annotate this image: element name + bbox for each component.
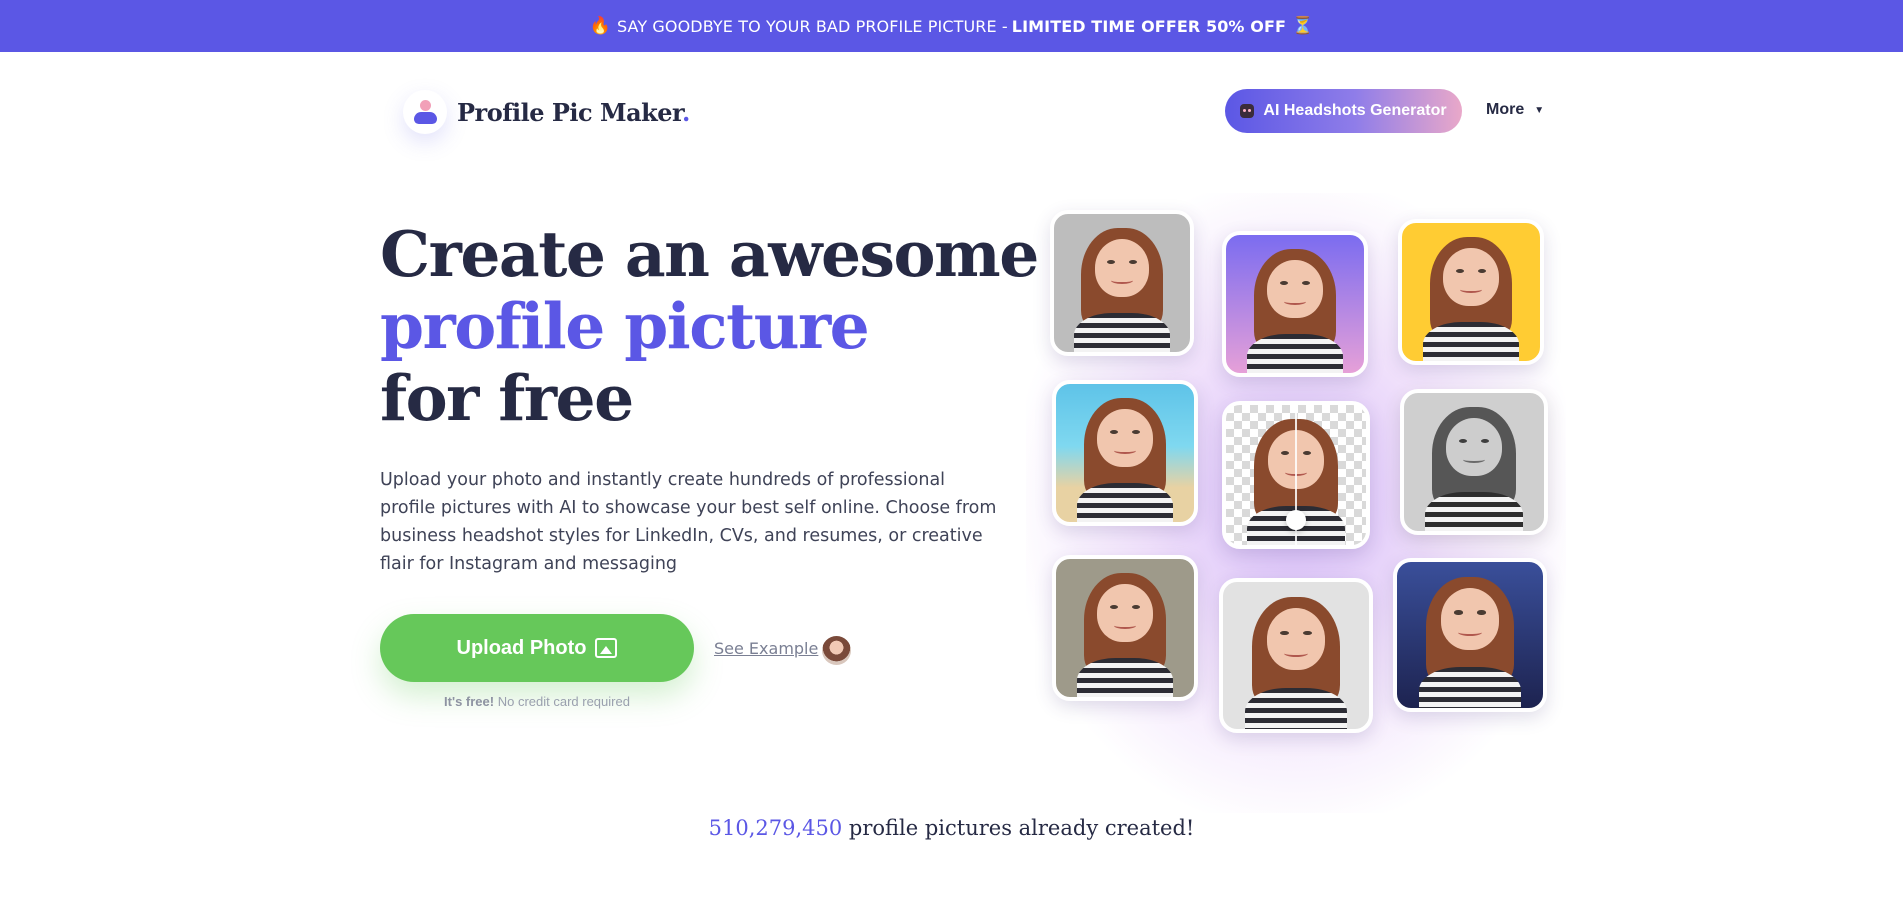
gallery-photo-transparent-compare bbox=[1222, 401, 1370, 549]
hero-title-accent: profile picture bbox=[380, 289, 870, 363]
more-label: More bbox=[1486, 101, 1525, 118]
gallery-photo-business-suit bbox=[1219, 578, 1373, 733]
upload-photo-label: Upload Photo bbox=[456, 636, 587, 659]
fire-icon: 🔥 bbox=[589, 16, 611, 36]
promo-text: SAY GOODBYE TO YOUR BAD PROFILE PICTURE … bbox=[617, 16, 1008, 36]
image-icon bbox=[595, 638, 618, 658]
promo-offer: LIMITED TIME OFFER 50% OFF bbox=[1011, 16, 1286, 36]
gallery-photo-gray bbox=[1050, 210, 1194, 356]
hero-title-line3: for free bbox=[380, 361, 634, 435]
hero-title-line1: Create an awesome bbox=[380, 217, 1039, 291]
created-count: 510,279,450 bbox=[708, 816, 843, 840]
hourglass-icon: ⏳ bbox=[1292, 16, 1314, 36]
gallery-photo-purple-pink bbox=[1222, 231, 1368, 377]
robot-icon bbox=[1240, 104, 1255, 118]
ai-headshots-label: AI Headshots Generator bbox=[1263, 102, 1447, 119]
gallery-photo-beach bbox=[1052, 380, 1198, 526]
created-text: profile pictures already created! bbox=[848, 816, 1195, 840]
gallery-photo-portrait-neutral bbox=[1052, 555, 1198, 701]
hero-description: Upload your photo and instantly create h… bbox=[380, 470, 997, 574]
chevron-down-icon: ▼ bbox=[1534, 104, 1545, 116]
compare-slider-handle bbox=[1286, 510, 1306, 530]
more-menu[interactable]: More ▼ bbox=[1486, 101, 1544, 119]
gallery-photo-astronaut bbox=[1393, 558, 1547, 712]
logo-text: Profile Pic Maker. bbox=[457, 97, 690, 127]
free-note: It's free! No credit card required bbox=[444, 694, 630, 709]
site-logo[interactable]: Profile Pic Maker. bbox=[403, 90, 690, 134]
gallery-photo-black-white bbox=[1400, 389, 1548, 535]
logo-avatar-icon bbox=[403, 90, 447, 134]
created-counter: 510,279,450 profile pictures already cre… bbox=[0, 816, 1903, 840]
gallery-photo-yellow bbox=[1398, 219, 1544, 365]
upload-photo-button[interactable]: Upload Photo bbox=[380, 614, 694, 682]
example-avatar[interactable] bbox=[822, 636, 851, 665]
see-example-link[interactable]: See Example bbox=[714, 639, 818, 658]
ai-headshots-button[interactable]: AI Headshots Generator bbox=[1225, 89, 1462, 133]
promo-bar[interactable]: 🔥 SAY GOODBYE TO YOUR BAD PROFILE PICTUR… bbox=[0, 0, 1903, 52]
hero-title: Create an awesome profile picture for fr… bbox=[380, 217, 1039, 435]
